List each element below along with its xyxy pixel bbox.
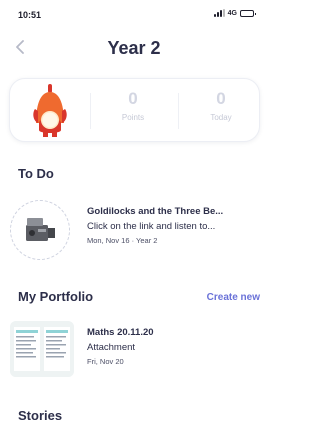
nav-bar: Year 2 (0, 30, 268, 64)
create-new-button[interactable]: Create new (207, 292, 260, 303)
portfolio-thumbnail (10, 321, 74, 377)
video-camera-icon (26, 218, 55, 241)
todo-heading: To Do (18, 166, 54, 181)
today-label: Today (210, 113, 232, 122)
stats-card: 0 Points 0 Today (9, 78, 260, 142)
today-stat: 0 Today (186, 89, 256, 122)
status-time: 10:51 (18, 10, 42, 20)
stat-divider (178, 93, 179, 129)
points-label: Points (121, 113, 145, 122)
todo-text: Goldilocks and the Three Be... Click on … (87, 206, 265, 245)
status-bar: 10:51 4G (0, 0, 268, 26)
signal-icon (213, 9, 225, 17)
stories-heading: Stories (18, 408, 63, 423)
points-stat: 0 Points (98, 89, 168, 122)
network-label: 4G (227, 9, 237, 17)
page-title: Year 2 (107, 38, 161, 58)
portfolio-text: Maths 20.11.20 Attachment Fri, Nov 20 (87, 327, 265, 366)
portfolio-title: Maths 20.11.20 (87, 327, 154, 338)
worksheet-image (10, 321, 74, 377)
monster-avatar[interactable] (30, 83, 70, 139)
portfolio-heading: My Portfolio (18, 289, 94, 304)
todo-title: Goldilocks and the Three Be... (87, 206, 224, 217)
stat-divider (90, 93, 91, 129)
portfolio-subtitle: Attachment (87, 342, 136, 353)
status-icons: 4G (213, 9, 256, 17)
portfolio-meta: Fri, Nov 20 (87, 357, 124, 366)
todo-list-item[interactable]: Goldilocks and the Three Be... Click on … (10, 200, 268, 262)
todo-subtitle: Click on the link and listen to... (87, 221, 216, 232)
battery-icon (240, 9, 256, 17)
todo-thumbnail (10, 200, 70, 260)
todo-meta: Mon, Nov 16 · Year 2 (87, 236, 158, 245)
portfolio-list-item[interactable]: Maths 20.11.20 Attachment Fri, Nov 20 (10, 321, 268, 379)
today-value: 0 (216, 89, 226, 108)
points-value: 0 (128, 89, 138, 108)
